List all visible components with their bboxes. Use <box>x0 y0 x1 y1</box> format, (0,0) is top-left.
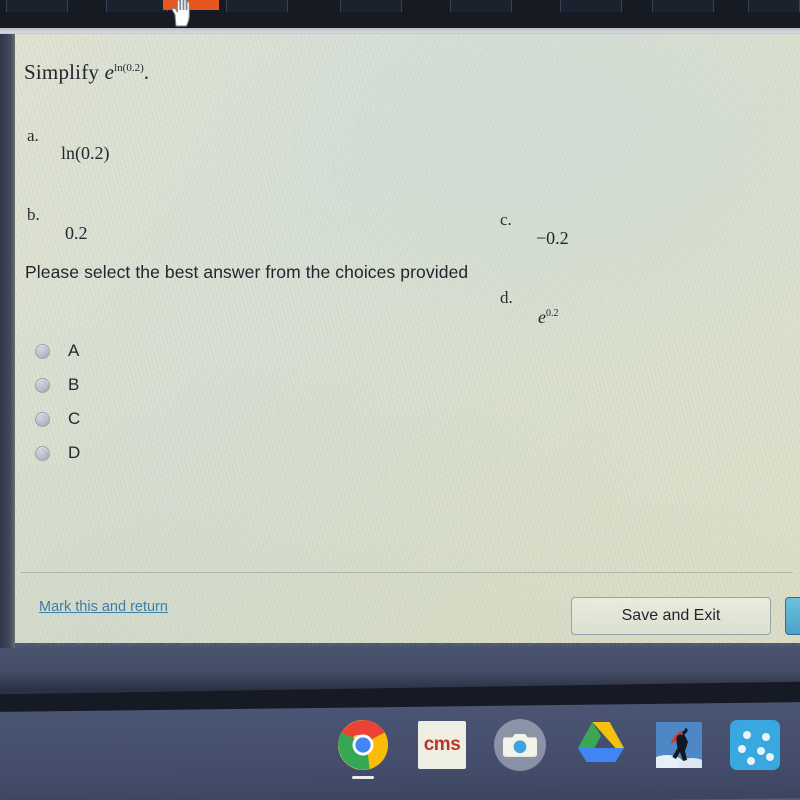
radio-button-d[interactable] <box>35 445 50 461</box>
answer-option-label-d: D <box>68 443 81 462</box>
choice-d-exponent: 0.2 <box>546 308 559 319</box>
choice-text-c: −0.2 <box>536 228 569 248</box>
browser-tab[interactable] <box>226 0 288 12</box>
answer-option-label-a: A <box>68 341 80 360</box>
radio-button-a[interactable] <box>35 343 50 359</box>
active-app-indicator <box>352 776 374 779</box>
answer-option-label-c: C <box>68 409 81 428</box>
choice-text-d: e0.2 <box>538 307 800 328</box>
answer-option-c[interactable]: C <box>35 402 80 436</box>
browser-tab[interactable] <box>450 0 512 12</box>
radio-button-b[interactable] <box>35 377 50 393</box>
browser-tab[interactable] <box>652 0 714 12</box>
answer-option-a[interactable]: A <box>35 334 80 368</box>
answer-option-label-b: B <box>68 375 80 394</box>
taskbar: cms <box>0 700 800 800</box>
question-text: Simplify eln(0.2). <box>24 60 149 85</box>
answer-option-d[interactable]: D <box>35 436 80 470</box>
question-base: e <box>104 60 115 84</box>
radio-button-c[interactable] <box>35 411 50 427</box>
question-suffix: . <box>143 60 150 84</box>
browser-tab[interactable] <box>560 0 622 12</box>
instruction-text: Please select the best answer from the c… <box>25 262 469 282</box>
browser-tab[interactable] <box>6 0 68 12</box>
next-button[interactable] <box>785 597 800 635</box>
choice-text-a: ln(0.2) <box>61 143 110 163</box>
chrome-icon[interactable] <box>336 718 390 779</box>
blue-dots-app-icon[interactable] <box>730 720 780 770</box>
choice-label-c: c. <box>500 210 512 229</box>
superhero-app-icon[interactable] <box>656 722 702 768</box>
browser-tab[interactable] <box>340 0 402 12</box>
choice-d-base: e <box>538 307 546 327</box>
screen-left-edge <box>0 34 15 648</box>
answer-option-b[interactable]: B <box>35 368 80 402</box>
camera-icon[interactable] <box>494 719 546 771</box>
google-drive-icon[interactable] <box>574 718 628 772</box>
browser-tab[interactable] <box>748 0 800 12</box>
question-prefix: Simplify <box>24 60 100 84</box>
answer-options-list: A B C D <box>35 334 80 470</box>
cms-icon[interactable]: cms <box>418 721 466 769</box>
screen-photo: Simplify eln(0.2). a. ln(0.2) b. 0.2 c. … <box>0 0 800 800</box>
save-and-exit-button[interactable]: Save and Exit <box>571 597 771 635</box>
footer-divider <box>21 572 793 573</box>
quiz-page: Simplify eln(0.2). a. ln(0.2) b. 0.2 c. … <box>13 34 800 646</box>
question-exponent: ln(0.2) <box>114 62 144 74</box>
pointing-hand-cursor-icon <box>171 0 190 27</box>
choice-label-d: d. <box>500 288 513 307</box>
mark-this-and-return-link[interactable]: Mark this and return <box>39 599 168 615</box>
browser-tab[interactable] <box>106 0 168 12</box>
